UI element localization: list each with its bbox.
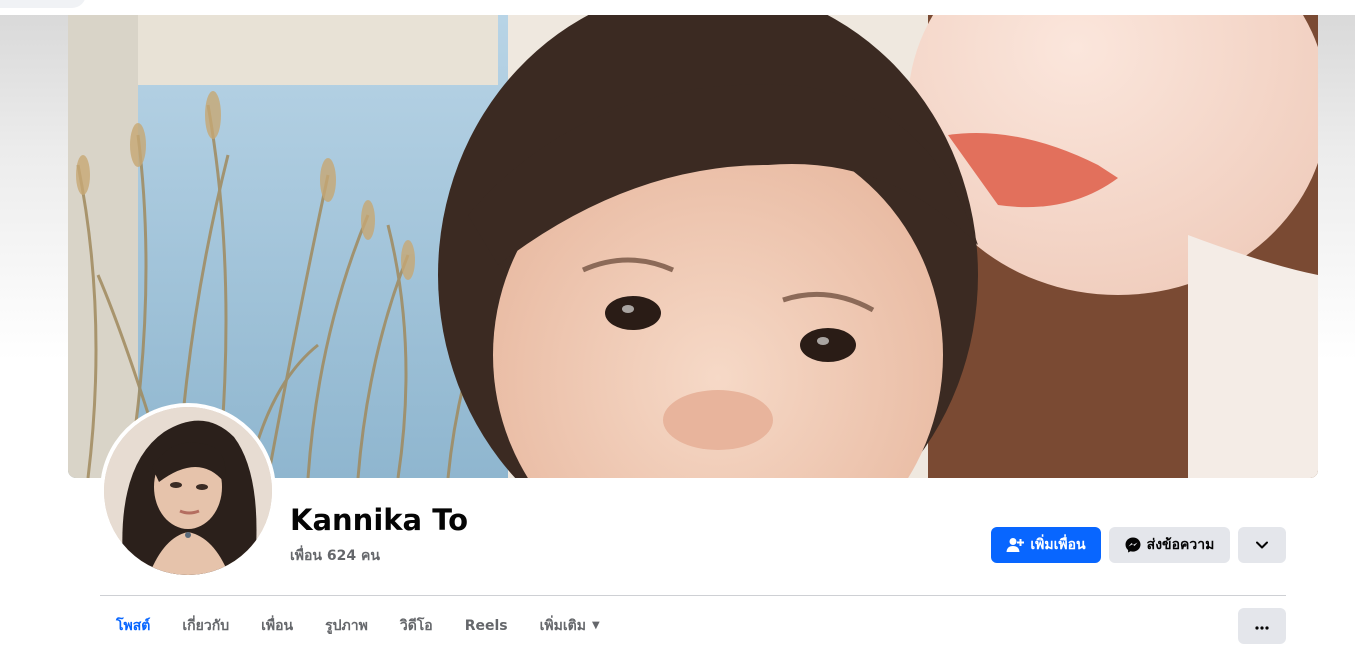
more-options-button[interactable] [1238, 608, 1286, 644]
top-navigation-bar [0, 0, 1355, 15]
profile-tabs: โพสต์ เกี่ยวกับ เพื่อน รูปภาพ วิดีโอ Ree… [100, 604, 616, 647]
message-label: ส่งข้อความ [1146, 537, 1215, 553]
tab-label: เพื่อน [261, 617, 294, 634]
tab-label: วิดีโอ [399, 617, 433, 634]
cover-photo-image [68, 15, 1318, 478]
messenger-icon [1125, 537, 1141, 553]
tab-label: เกี่ยวกับ [182, 617, 230, 634]
caret-down-icon: ▼ [591, 620, 600, 631]
profile-picture[interactable] [100, 403, 276, 579]
profile-picture-image [104, 407, 272, 575]
tab-videos[interactable]: วิดีโอ [384, 604, 449, 647]
search-bar-edge[interactable] [0, 0, 86, 8]
add-friend-label: เพิ่มเพื่อน [1030, 537, 1086, 553]
chevron-down-icon [1256, 537, 1268, 553]
message-button[interactable]: ส่งข้อความ [1109, 527, 1230, 563]
add-friend-button[interactable]: เพิ่มเพื่อน [991, 527, 1101, 563]
ellipsis-icon [1255, 618, 1269, 634]
tab-label: เพิ่มเติม [539, 617, 586, 634]
tab-label: โพสต์ [116, 617, 151, 634]
profile-options-dropdown-button[interactable] [1238, 527, 1286, 563]
tab-friends[interactable]: เพื่อน [245, 604, 309, 647]
tab-posts[interactable]: โพสต์ [100, 604, 166, 647]
tab-photos[interactable]: รูปภาพ [309, 604, 384, 647]
person-plus-icon [1006, 537, 1025, 553]
tab-more[interactable]: เพิ่มเติม ▼ [524, 604, 616, 647]
profile-divider [100, 595, 1286, 596]
cover-photo[interactable] [68, 15, 1318, 478]
profile-name: Kannika To [290, 503, 469, 537]
tab-label: Reels [464, 617, 508, 634]
tab-label: รูปภาพ [325, 617, 368, 634]
tab-about[interactable]: เกี่ยวกับ [166, 604, 245, 647]
friends-count[interactable]: เพื่อน 624 คน [290, 545, 380, 567]
tab-reels[interactable]: Reels [449, 604, 524, 647]
